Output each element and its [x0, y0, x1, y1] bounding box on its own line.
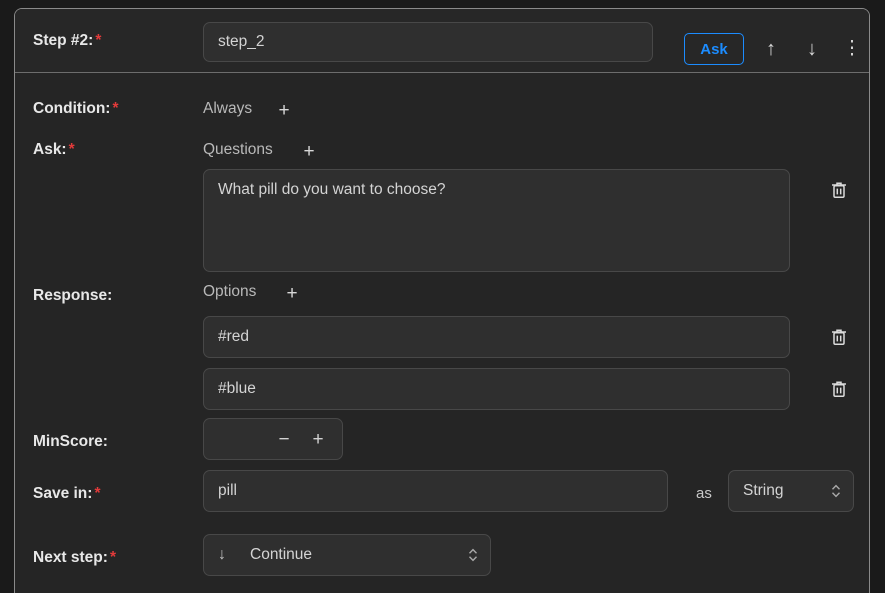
next-step-label-text: Next step: — [33, 549, 108, 566]
chevron-updown-icon — [467, 545, 479, 565]
increment-button[interactable]: + — [304, 419, 332, 459]
save-in-type-value: String — [743, 482, 784, 499]
as-label: as — [696, 485, 712, 502]
save-in-input[interactable] — [203, 470, 668, 512]
condition-value[interactable]: Always — [203, 100, 252, 118]
next-step-value: Continue — [250, 546, 313, 563]
decrement-button[interactable]: − — [270, 419, 298, 459]
condition-label-text: Condition: — [33, 100, 111, 117]
save-in-label: Save in: * — [33, 485, 101, 503]
minscore-stepper[interactable]: − + — [203, 418, 343, 460]
options-group-label: Options — [203, 283, 257, 300]
ask-label: Ask: * — [33, 141, 75, 159]
arrow-down-icon[interactable]: ↓ — [797, 33, 827, 65]
chevron-updown-icon — [830, 481, 842, 501]
required-asterisk: * — [109, 549, 116, 566]
condition-label: Condition: * — [33, 100, 119, 118]
questions-group-label: Questions — [203, 141, 273, 158]
required-asterisk: * — [94, 485, 101, 502]
response-label: Response: — [33, 287, 113, 304]
ask-button[interactable]: Ask — [684, 33, 744, 65]
minscore-label: MinScore: — [33, 433, 108, 450]
next-step-label: Next step: * — [33, 549, 116, 567]
step-panel: Step #2:* Ask ↑ ↓ ⋮ Condition:* Always +… — [14, 8, 870, 593]
save-in-type-select[interactable]: String — [728, 470, 854, 512]
required-asterisk: * — [95, 31, 102, 49]
add-condition-button[interactable]: + — [275, 101, 293, 120]
question-textarea[interactable] — [203, 169, 790, 272]
next-step-select[interactable]: ↓ Continue — [203, 534, 491, 576]
required-asterisk: * — [68, 141, 75, 158]
add-question-button[interactable]: + — [300, 142, 318, 161]
step-body: Condition:* Always + Ask:* Questions + R… — [15, 73, 869, 593]
kebab-menu-icon[interactable]: ⋮ — [837, 33, 867, 65]
arrow-up-icon[interactable]: ↑ — [756, 33, 786, 65]
ask-label-text: Ask: — [33, 141, 67, 158]
trash-icon[interactable] — [828, 378, 850, 400]
trash-icon[interactable] — [828, 179, 850, 201]
step-name-input[interactable] — [203, 22, 653, 62]
step-number-label: Step #2: * — [33, 32, 101, 50]
trash-icon[interactable] — [828, 326, 850, 348]
option-input[interactable] — [203, 368, 790, 410]
step-number-text: Step #2: — [33, 31, 94, 49]
step-header: Step #2:* Ask ↑ ↓ ⋮ — [15, 9, 869, 73]
save-in-label-text: Save in: — [33, 485, 93, 502]
arrow-down-icon: ↓ — [218, 546, 226, 563]
option-input[interactable] — [203, 316, 790, 358]
add-option-button[interactable]: + — [283, 284, 301, 303]
required-asterisk: * — [112, 100, 119, 117]
